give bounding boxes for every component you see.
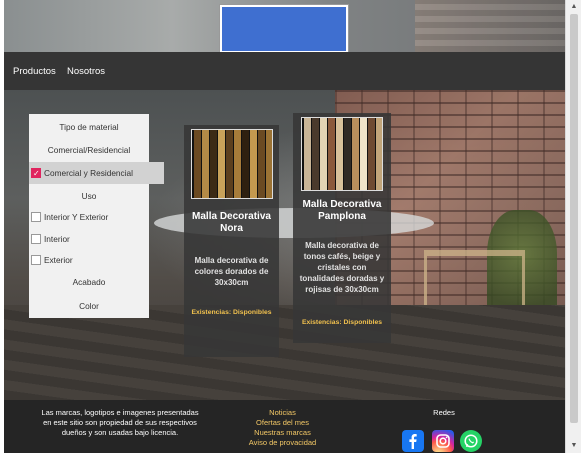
site-footer: Las marcas, logotipos e imagenes present… — [4, 400, 565, 453]
footer-links: Noticias Ofertas del mes Nuestras marcas… — [230, 408, 335, 448]
filter-use-option[interactable]: Exterior — [29, 249, 164, 271]
filter-option-selected[interactable]: Comercial y Residencial — [29, 162, 164, 185]
scroll-down-arrow-icon[interactable]: ▼ — [569, 441, 579, 451]
filter-use-header[interactable]: Uso — [29, 185, 149, 207]
product-stock: Existencias: Disponibles — [301, 319, 383, 326]
product-card[interactable]: Malla Decorativa Nora Malla decorativa d… — [184, 125, 279, 357]
footer-link-noticias[interactable]: Noticias — [230, 408, 335, 418]
filter-finish-header[interactable]: Acabado — [29, 271, 149, 293]
product-card[interactable]: Malla Decorativa Pamplona Malla decorati… — [293, 113, 391, 343]
product-name[interactable]: Malla Decorativa Pamplona — [293, 199, 391, 223]
footer-link-ofertas[interactable]: Ofertas del mes — [230, 418, 335, 428]
instagram-icon[interactable] — [432, 430, 454, 452]
footer-social-title: Redes — [433, 408, 455, 417]
filter-commercial-option[interactable]: Comercial/Residencial — [29, 139, 149, 161]
filter-use-option-label: Interior — [44, 234, 70, 244]
site-logo[interactable] — [220, 5, 348, 53]
footer-legal-text: Las marcas, logotipos e imagenes present… — [41, 408, 199, 437]
browser-page: Productos Nosotros Tipo de material Come… — [4, 0, 565, 453]
filter-material-header[interactable]: Tipo de material — [29, 116, 149, 138]
filter-use-option[interactable]: Interior Y Exterior — [29, 206, 164, 228]
vertical-scrollbar[interactable]: ▲ ▼ — [565, 0, 581, 453]
scroll-up-arrow-icon[interactable]: ▲ — [569, 2, 579, 12]
whatsapp-icon[interactable] — [460, 430, 482, 452]
product-description: Malla decorativa de colores dorados de 3… — [194, 256, 269, 287]
facebook-icon[interactable] — [402, 430, 424, 452]
product-image[interactable] — [301, 117, 383, 191]
filter-use-option-label: Exterior — [44, 255, 73, 265]
checkbox-checked-icon[interactable] — [31, 163, 41, 185]
product-stock: Existencias: Disponibles — [191, 309, 272, 316]
floor-decor — [4, 305, 565, 400]
scrollbar-thumb[interactable] — [570, 14, 578, 423]
filter-color-header[interactable]: Color — [29, 295, 149, 317]
product-description: Malla decorativa de tonos cafés, beige y… — [299, 241, 385, 294]
product-image[interactable] — [191, 129, 273, 199]
product-name[interactable]: Malla Decorativa Nora — [184, 211, 279, 235]
filter-panel: Tipo de material Comercial/Residencial C… — [29, 114, 164, 318]
checkbox-icon[interactable] — [31, 212, 41, 222]
filter-use-option[interactable]: Interior — [29, 228, 164, 250]
main-navbar: Productos Nosotros — [4, 52, 565, 90]
footer-link-privacidad[interactable]: Aviso de provacidad — [230, 438, 335, 448]
filter-use-option-label: Interior Y Exterior — [44, 212, 109, 222]
checkbox-icon[interactable] — [31, 234, 41, 244]
filter-option-selected-label: Comercial y Residencial — [44, 168, 133, 178]
nav-nosotros[interactable]: Nosotros — [67, 66, 105, 77]
nav-productos[interactable]: Productos — [13, 66, 56, 77]
footer-link-marcas[interactable]: Nuestras marcas — [230, 428, 335, 438]
checkbox-icon[interactable] — [31, 255, 41, 265]
